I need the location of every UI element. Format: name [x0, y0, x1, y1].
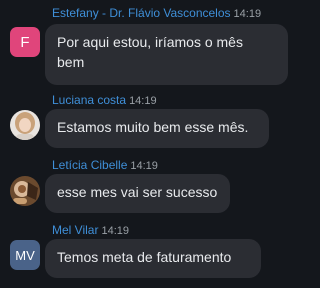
avatar[interactable]: [10, 176, 40, 206]
message-timestamp: 14:19: [129, 95, 157, 107]
message-text-line: esse mes vai ser sucesso: [57, 184, 218, 200]
message-header: Letícia Cibelle 14:19: [52, 158, 158, 173]
message-bubble[interactable]: Temos meta de faturamento: [45, 239, 261, 278]
chat-message-list: F Estefany - Dr. Flávio Vasconcelos 14:19…: [0, 0, 309, 288]
message-header: Luciana costa 14:19: [52, 93, 157, 108]
message-text-line: Temos meta de faturamento: [57, 249, 232, 265]
message-header: Estefany - Dr. Flávio Vasconcelos 14:19: [52, 6, 261, 21]
avatar[interactable]: [10, 110, 40, 140]
message-timestamp: 14:19: [101, 225, 129, 237]
profile-photo-icon: [10, 176, 40, 206]
message-text-line: Por aqui estou, iríamos o mês: [57, 34, 243, 50]
message-bubble[interactable]: esse mes vai ser sucesso: [45, 174, 230, 213]
message-timestamp: 14:19: [233, 8, 262, 20]
message-bubble[interactable]: Por aqui estou, iríamos o mês bem: [45, 24, 288, 85]
message-header: Mel Vilar 14:19: [52, 223, 129, 238]
avatar[interactable]: MV: [10, 240, 40, 270]
sender-name[interactable]: Estefany - Dr. Flávio Vasconcelos: [52, 6, 231, 20]
message-bubble[interactable]: Estamos muito bem esse mês.: [45, 109, 269, 148]
sender-name[interactable]: Luciana costa: [52, 93, 126, 107]
avatar-initials: F: [20, 33, 30, 51]
message-text-line: Estamos muito bem esse mês.: [57, 119, 249, 135]
message-timestamp: 14:19: [130, 160, 158, 172]
profile-photo-icon: [10, 110, 40, 140]
avatar-initials: MV: [15, 247, 35, 263]
sender-name[interactable]: Mel Vilar: [52, 223, 98, 237]
avatar[interactable]: F: [10, 27, 40, 57]
sender-name[interactable]: Letícia Cibelle: [52, 158, 127, 172]
message-text-line: bem: [57, 54, 85, 70]
